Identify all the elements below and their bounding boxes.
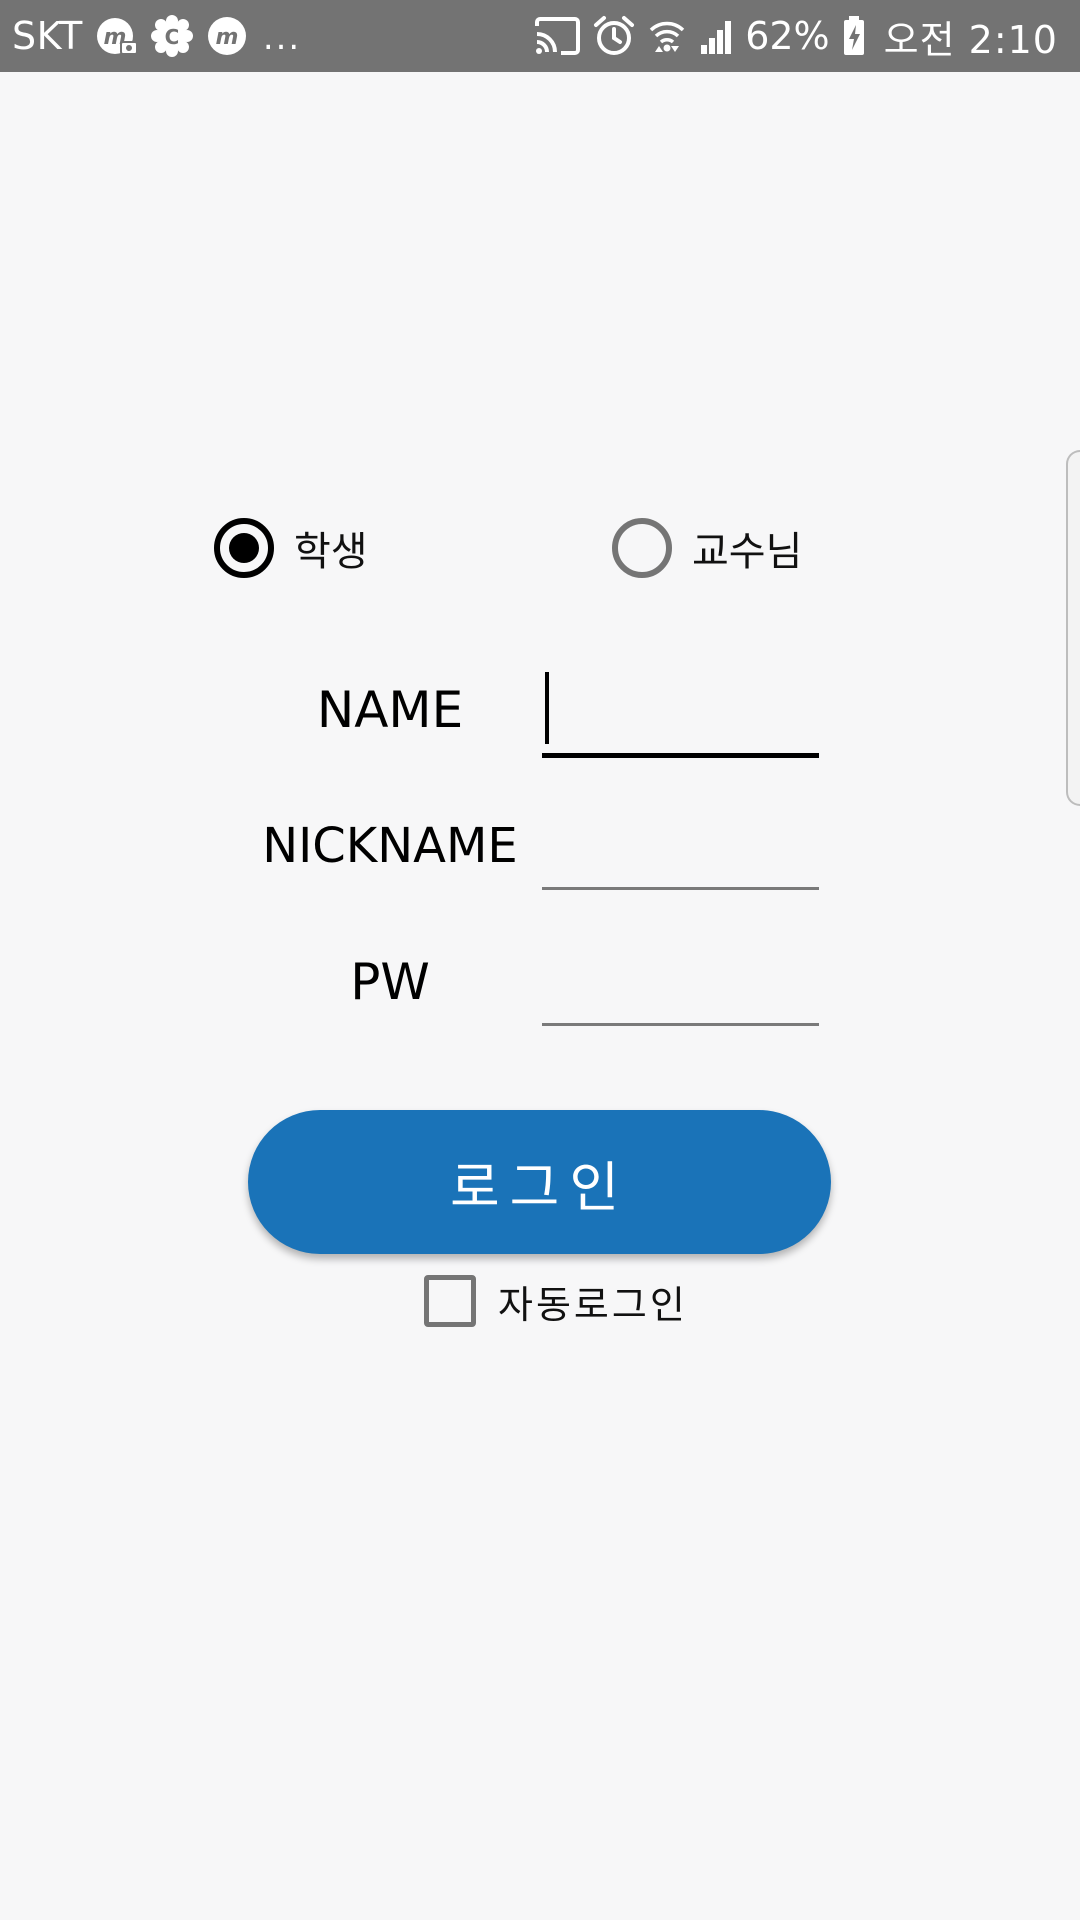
text-cursor <box>545 672 549 744</box>
auto-login-checkbox[interactable]: 자동로그인 <box>424 1274 688 1328</box>
clock: 오전 2:10 <box>883 17 1058 62</box>
gear-flower-icon: C <box>150 15 193 57</box>
nickname-label: NICKNAME <box>262 818 518 874</box>
m-icon: m <box>205 14 249 58</box>
radio-professor-label: 교수님 <box>692 529 803 575</box>
radio-student-checked-icon[interactable] <box>214 518 274 578</box>
radio-student-label: 학생 <box>294 529 368 575</box>
carrier-label: SKT <box>12 14 83 58</box>
radio-professor[interactable]: 교수님 <box>612 518 802 578</box>
battery-charging-icon <box>842 15 866 57</box>
edge-panel-handle[interactable] <box>1066 450 1080 806</box>
radio-professor-unchecked-icon[interactable] <box>612 518 672 578</box>
svg-text:C: C <box>164 25 179 49</box>
cast-icon <box>533 16 581 56</box>
svg-text:m: m <box>215 25 238 50</box>
m-camera-icon: m <box>95 14 139 58</box>
name-label: NAME <box>316 681 464 739</box>
nickname-input[interactable] <box>542 824 819 890</box>
radio-student[interactable]: 학생 <box>214 518 368 578</box>
auto-login-label: 자동로그인 <box>498 1282 688 1327</box>
login-button[interactable]: 로그인 <box>248 1110 831 1254</box>
name-input[interactable] <box>542 690 819 758</box>
more-notifications-indicator: ... <box>262 18 302 58</box>
password-input[interactable] <box>542 960 819 1026</box>
alarm-icon <box>593 15 635 57</box>
wifi-icon <box>647 16 687 56</box>
status-bar: SKT m C m ... 62% 오전 2:10 <box>0 0 1080 72</box>
status-bar-left: SKT m C m ... <box>12 0 301 72</box>
battery-percent: 62% <box>745 14 830 58</box>
status-bar-right: 62% 오전 2:10 <box>527 0 1058 72</box>
pw-label: PW <box>350 953 430 1011</box>
checkbox-unchecked-icon[interactable] <box>424 1275 476 1327</box>
radio-dot <box>229 533 259 563</box>
signal-icon <box>699 17 735 55</box>
